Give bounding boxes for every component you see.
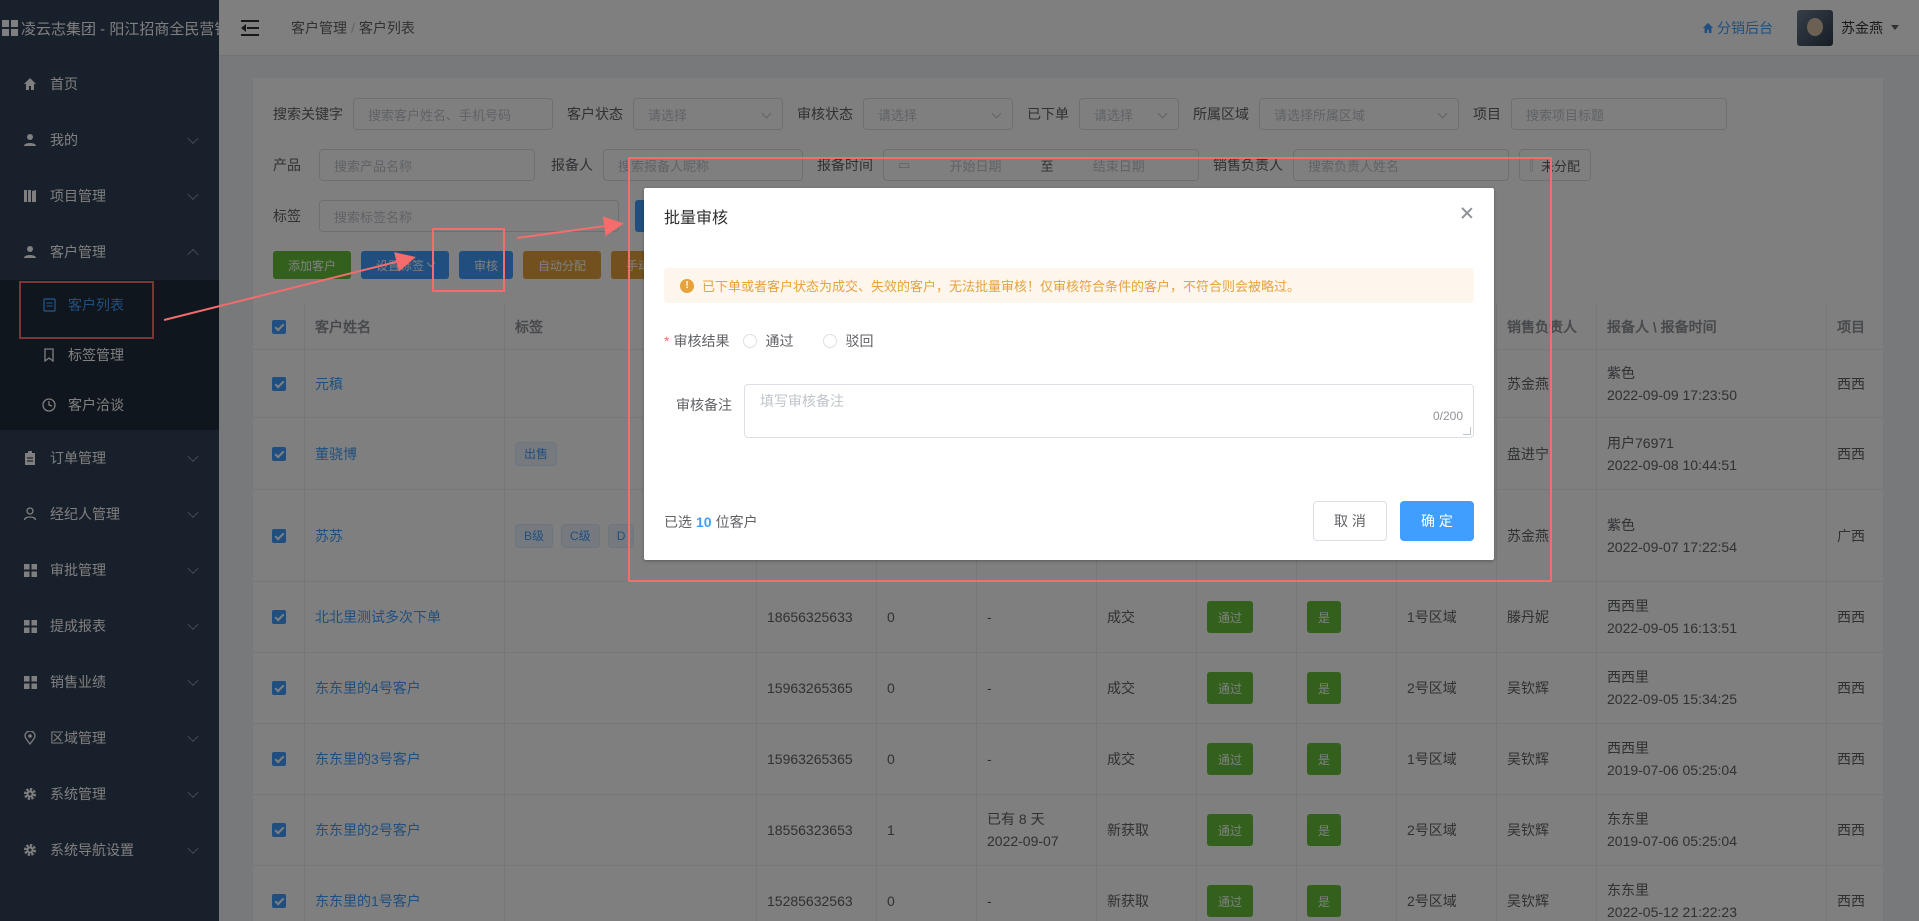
required-mark: * — [664, 333, 670, 349]
radio-pass[interactable]: 通过 — [743, 331, 793, 351]
selected-prefix: 已选 — [664, 514, 692, 530]
radio-reject[interactable]: 驳回 — [823, 331, 873, 351]
warning-alert: ! 已下单或者客户状态为成交、失效的客户，无法批量审核！仅审核符合条件的客户，不… — [664, 268, 1474, 303]
arrow-to-audit-button — [163, 252, 416, 321]
radio-pass-label: 通过 — [765, 333, 794, 349]
cancel-button[interactable]: 取 消 — [1313, 501, 1387, 541]
warning-icon: ! — [680, 278, 694, 293]
audit-remark-textarea[interactable]: 填写审核备注 0/200 — [744, 384, 1474, 438]
radio-icon — [823, 334, 838, 348]
audit-result-row: * 审核结果 通过 驳回 — [664, 331, 903, 351]
warning-alert-text: 已下单或者客户状态为成交、失效的客户，无法批量审核！仅审核符合条件的客户，不符合… — [702, 279, 1301, 294]
selected-count: 10 — [696, 514, 712, 530]
cancel-label: 取 消 — [1334, 513, 1366, 529]
selected-count-info: 已选 10 位客户 — [664, 512, 758, 532]
dialog-title: 批量审核 — [664, 210, 729, 227]
audit-remark-label: 审核备注 — [676, 397, 732, 413]
radio-icon — [743, 334, 758, 348]
audit-result-label: 审核结果 — [673, 333, 730, 349]
selected-suffix: 位客户 — [715, 514, 758, 530]
batch-audit-dialog: 批量审核 ! 已下单或者客户状态为成交、失效的客户，无法批量审核！仅审核符合条件… — [644, 188, 1494, 560]
arrow-to-dialog — [516, 216, 624, 239]
remark-char-count: 0/200 — [1432, 409, 1463, 423]
close-icon[interactable] — [1460, 206, 1474, 220]
remark-placeholder: 填写审核备注 — [760, 393, 844, 409]
resize-handle-icon[interactable] — [1463, 427, 1471, 435]
radio-reject-label: 驳回 — [845, 333, 874, 349]
confirm-label: 确 定 — [1421, 513, 1453, 529]
confirm-button[interactable]: 确 定 — [1400, 501, 1474, 541]
